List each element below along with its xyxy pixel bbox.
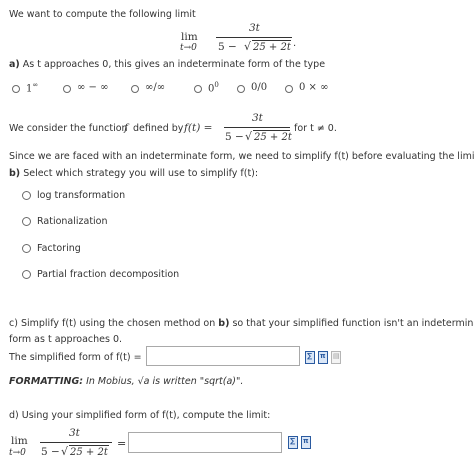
part-d-sqrt-icon: √	[61, 445, 69, 458]
function-radicand: 25 + 2t	[254, 132, 292, 143]
function-prefix: We consider the function	[9, 123, 128, 134]
strategy-log-label: log transformation	[37, 190, 126, 201]
part-a-prompt: a) As t approaches 0, this gives an inde…	[9, 59, 325, 70]
part-b-label: b)	[9, 168, 21, 179]
intro-text: We want to compute the following limit	[9, 9, 196, 20]
function-symbol: f	[124, 122, 128, 134]
fraction-bar	[216, 37, 292, 38]
strategy-rationalization-radio[interactable]	[22, 217, 31, 226]
part-d-equals: =	[117, 437, 127, 450]
simplify-note: Since we are faced with an indeterminate…	[9, 151, 474, 162]
part-d-numerator: 3t	[69, 427, 80, 439]
limit-answer-input[interactable]	[128, 432, 282, 453]
part-c-label: c)	[9, 318, 18, 329]
option-inf-over-inf-label: ∞/∞	[145, 82, 166, 93]
intro-period: .	[293, 38, 297, 49]
part-c-line1-pre: Simplify f(t) using the chosen method on	[20, 318, 216, 329]
part-d-text: Using your simplified form of f(t), comp…	[21, 410, 271, 421]
sqrt-vinculum	[252, 40, 291, 41]
part-c-line1-bold: b)	[218, 318, 230, 329]
option-4-sup: 0	[214, 81, 219, 89]
sqrt-icon: √	[244, 40, 252, 53]
formatting-label: FORMATTING:	[9, 376, 84, 387]
part-d-limit-word: lim	[11, 435, 28, 447]
part-c-line2: form as t approaches 0.	[9, 334, 123, 345]
part-d-sqrt-vinculum	[69, 445, 109, 446]
function-sqrt-icon: √	[245, 130, 253, 143]
option-inf-minus-inf-radio[interactable]	[63, 85, 71, 93]
denominator-left: 5 −	[218, 41, 237, 53]
strategy-log-radio[interactable]	[22, 191, 31, 200]
option-inf-minus-inf-label: ∞ − ∞	[77, 82, 109, 93]
part-d-label: d)	[9, 410, 19, 421]
limit-math-palette-icon[interactable]: π	[301, 436, 311, 449]
option-0-over-0-radio[interactable]	[237, 85, 245, 93]
formatting-text: In Mobius, √a is written "sqrt(a)".	[86, 376, 244, 387]
limit-word: lim	[181, 31, 198, 43]
function-sqrt-vinculum	[253, 130, 290, 131]
part-d-limit-subscript: t→0	[9, 448, 26, 458]
function-fraction-bar	[224, 127, 290, 128]
part-c-line1: c) Simplify f(t) using the chosen method…	[9, 318, 474, 329]
part-a-text: As t approaches 0, this gives an indeter…	[22, 59, 326, 70]
part-b-prompt: b) Select which strategy you will use to…	[9, 168, 258, 179]
option-inf-over-inf-radio[interactable]	[131, 85, 139, 93]
part-d-radicand: 25 + 2t	[70, 447, 108, 458]
function-numerator: 3t	[252, 112, 263, 124]
option-0-pow-0-radio[interactable]	[194, 85, 202, 93]
limit-numerator: 3t	[249, 22, 260, 34]
strategy-factoring-radio[interactable]	[22, 244, 31, 253]
function-denominator-left: 5 −	[225, 131, 244, 143]
option-1-inf-label: 1∞	[26, 81, 38, 94]
math-palette-icon[interactable]: π	[318, 351, 328, 364]
formatting-note: FORMATTING: In Mobius, √a is written "sq…	[9, 376, 243, 387]
function-lhs: f(t) =	[184, 122, 213, 134]
equation-editor-icon[interactable]: ∑	[305, 351, 315, 364]
option-0-over-0-label: 0/0	[251, 82, 268, 93]
option-0-pow-0-label: 00	[208, 81, 219, 94]
function-suffix: for t ≠ 0.	[294, 123, 337, 134]
option-1-inf-radio[interactable]	[12, 85, 20, 93]
part-b-text: Select which strategy you will use to si…	[23, 168, 259, 179]
strategy-rationalization-label: Rationalization	[37, 216, 108, 227]
denominator-radicand: 25 + 2t	[253, 42, 291, 53]
simplified-form-label: The simplified form of f(t) =	[9, 352, 142, 363]
strategy-partial-fraction-radio[interactable]	[22, 270, 31, 279]
part-d-fraction-bar	[40, 442, 112, 443]
limit-subscript: t→0	[180, 43, 197, 53]
limit-equation-editor-icon[interactable]: ∑	[288, 436, 298, 449]
preview-icon[interactable]: ▤	[331, 351, 341, 364]
simplified-form-input[interactable]	[146, 346, 300, 366]
strategy-factoring-label: Factoring	[37, 243, 81, 254]
option-1-sup: ∞	[32, 81, 39, 89]
option-0-times-inf-label: 0 × ∞	[299, 82, 329, 93]
part-c-line1-post: so that your simplified function isn't a…	[232, 318, 474, 329]
option-0-times-inf-radio[interactable]	[285, 85, 293, 93]
strategy-partial-fraction-label: Partial fraction decomposition	[37, 269, 180, 280]
function-defined-by: defined by	[133, 123, 184, 134]
part-a-label: a)	[9, 59, 20, 70]
part-d-prompt: d) Using your simplified form of f(t), c…	[9, 410, 270, 421]
part-d-denominator-left: 5 −	[41, 446, 60, 458]
